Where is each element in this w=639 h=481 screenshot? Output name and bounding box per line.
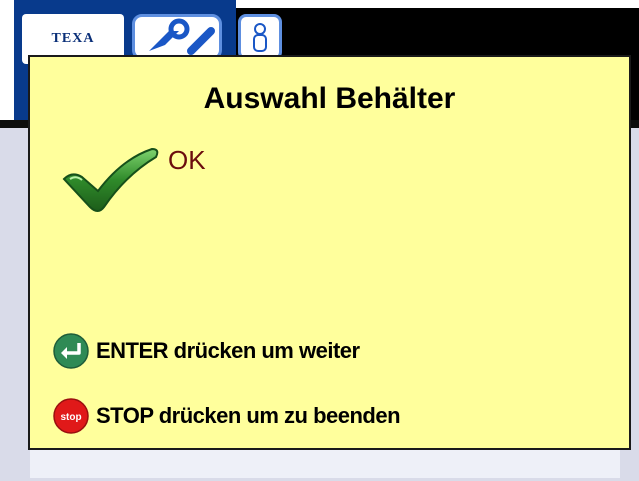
tools-button[interactable] — [132, 14, 222, 60]
enter-arrow-icon — [53, 333, 89, 369]
person-icon — [253, 23, 267, 52]
check-icon — [62, 147, 159, 212]
selection-dialog: Auswahl Behälter OK ENTER drücken um wei… — [28, 55, 631, 450]
enter-hint-text: ENTER drücken um weiter — [96, 338, 360, 363]
stop-hint: stop STOP drücken um zu beenden — [52, 397, 401, 435]
stop-hint-text: STOP drücken um zu beenden — [96, 403, 401, 428]
wrench-icon — [149, 18, 215, 55]
enter-hint: ENTER drücken um weiter — [52, 332, 360, 370]
dialog-title: Auswahl Behälter — [203, 82, 456, 115]
logo-text: TEXA — [51, 31, 95, 46]
stop-icon-label: stop — [60, 412, 81, 423]
stop-sign-icon: stop — [53, 398, 89, 434]
status-text: OK — [168, 145, 206, 175]
user-button[interactable] — [238, 14, 282, 60]
